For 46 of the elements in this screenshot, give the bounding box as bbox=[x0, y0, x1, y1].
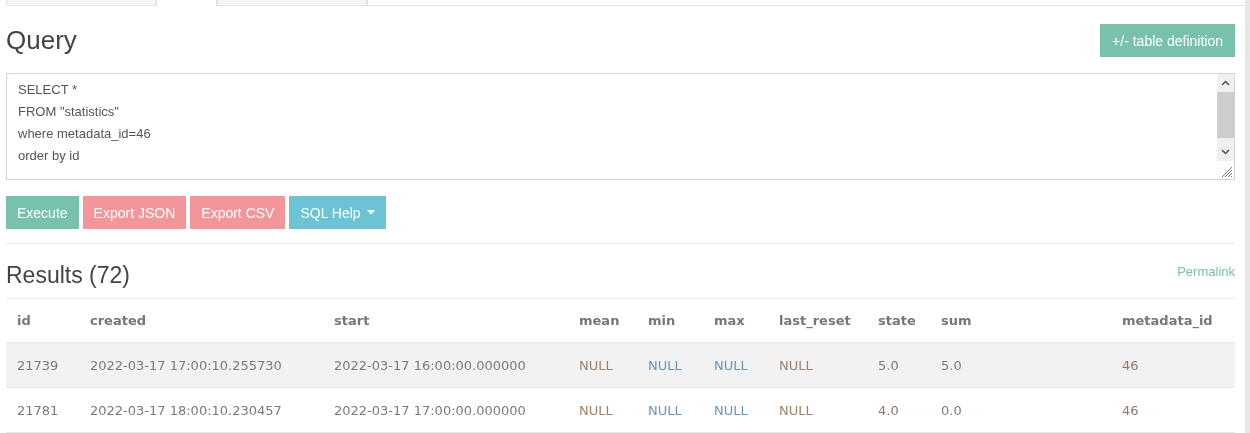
table-cell-text: NULL bbox=[778, 357, 814, 373]
sql-editor[interactable]: SELECT * FROM "statistics" where metadata_id=46 order by id bbox=[6, 73, 1235, 180]
column-header: mean bbox=[578, 313, 621, 328]
column-header: start bbox=[333, 313, 371, 328]
column-header: min bbox=[647, 313, 677, 328]
table-cell-text: 21781 bbox=[16, 402, 60, 418]
column-header: id bbox=[16, 313, 32, 328]
table-cell-text: 21739 bbox=[16, 357, 60, 373]
permalink[interactable]: Permalink bbox=[1177, 264, 1235, 279]
table-cell-text: NULL bbox=[647, 402, 683, 418]
results-heading: Results (72) bbox=[6, 262, 130, 289]
table-cell-text: 46 bbox=[1121, 357, 1140, 373]
table-cell-text: NULL bbox=[713, 402, 749, 418]
caret-icon bbox=[366, 210, 375, 215]
scrollbar-icon[interactable] bbox=[1217, 74, 1234, 161]
column-header: created bbox=[89, 313, 148, 328]
column-header: last_reset bbox=[778, 313, 852, 328]
sql-text: SELECT * FROM "statistics" where metadata_id=46 order by id bbox=[17, 81, 152, 165]
table-cell-text: NULL bbox=[647, 357, 683, 373]
action-button[interactable]: Export CSV bbox=[190, 196, 286, 229]
table-cell-text: NULL bbox=[578, 402, 614, 418]
tab[interactable] bbox=[217, 0, 368, 6]
table-cell-text: 5.0 bbox=[877, 357, 900, 373]
table-cell-text: 5.0 bbox=[940, 357, 963, 373]
resize-grip-icon[interactable] bbox=[1219, 164, 1233, 178]
table-cell-text: 46 bbox=[1121, 402, 1140, 418]
action-button[interactable]: Export JSON bbox=[82, 196, 187, 229]
table-cell-text: NULL bbox=[713, 357, 749, 373]
column-header: sum bbox=[940, 313, 973, 328]
column-header: state bbox=[877, 313, 917, 328]
dropdown-button[interactable]: SQL Help bbox=[289, 196, 386, 229]
column-header: metadata_id bbox=[1121, 313, 1214, 328]
table-cell-text: 4.0 bbox=[877, 402, 900, 418]
table-cell-text: NULL bbox=[578, 357, 614, 373]
table-cell-text: 2022-03-17 16:00:00.000000 bbox=[333, 357, 527, 373]
table-cell-text: 2022-03-17 18:00:10.230457 bbox=[89, 402, 283, 418]
tab[interactable] bbox=[156, 0, 218, 6]
table-definition-button[interactable]: +/- table definition bbox=[1100, 24, 1235, 57]
column-header: max bbox=[713, 313, 746, 328]
table-cell-text: 2022-03-17 17:00:10.255730 bbox=[89, 357, 283, 373]
tab[interactable] bbox=[6, 0, 157, 6]
table-cell-text: NULL bbox=[778, 402, 814, 418]
table-cell-text: 0.0 bbox=[940, 402, 963, 418]
query-heading: Query bbox=[6, 25, 77, 56]
action-button[interactable]: Execute bbox=[6, 196, 79, 229]
table-cell-text: 2022-03-17 17:00:00.000000 bbox=[333, 402, 527, 418]
